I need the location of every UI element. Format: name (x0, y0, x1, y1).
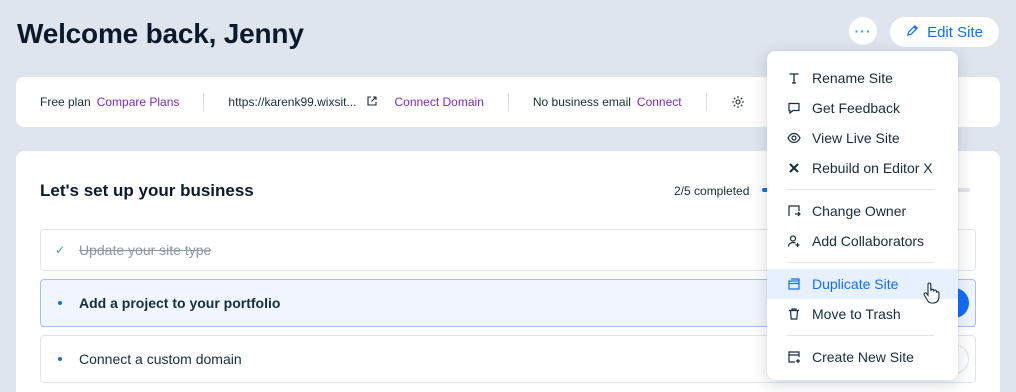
menu-item-label: Get Feedback (812, 100, 900, 116)
progress-text: 2/5 completed (674, 184, 750, 198)
menu-item-label: Rename Site (812, 70, 893, 86)
menu-divider (787, 262, 934, 263)
divider (705, 93, 707, 111)
add-user-icon (787, 234, 801, 248)
chat-icon (787, 101, 801, 115)
menu-item-label: View Live Site (812, 130, 900, 146)
menu-divider (787, 189, 934, 190)
menu-item-rebuild-editor-x[interactable]: Rebuild on Editor X (767, 153, 958, 183)
menu-item-add-collaborators[interactable]: Add Collaborators (767, 226, 958, 256)
duplicate-icon (787, 277, 801, 291)
eye-icon (787, 131, 801, 145)
menu-item-label: Add Collaborators (812, 233, 925, 249)
text-icon (787, 71, 801, 85)
connect-domain-link[interactable]: Connect Domain (394, 95, 483, 109)
editor-x-icon (787, 161, 801, 175)
site-actions-menu: Rename Site Get Feedback View Live Site … (767, 51, 958, 380)
new-site-icon (787, 350, 801, 364)
menu-divider (787, 335, 934, 336)
menu-item-create-new-site[interactable]: Create New Site (767, 342, 958, 372)
menu-item-view-live-site[interactable]: View Live Site (767, 123, 958, 153)
edit-site-label: Edit Site (927, 23, 983, 41)
divider (507, 93, 509, 111)
ellipsis-icon: ··· (854, 23, 872, 39)
setup-title: Let's set up your business (40, 181, 254, 200)
task-label: Connect a custom domain (79, 351, 242, 367)
email-status: No business email (532, 95, 631, 109)
gear-icon[interactable] (731, 95, 745, 109)
hand-cursor-icon (923, 282, 940, 304)
bullet-icon (55, 357, 65, 361)
external-link-icon[interactable] (366, 95, 378, 110)
menu-item-change-owner[interactable]: Change Owner (767, 196, 958, 226)
more-actions-button[interactable]: ··· (849, 17, 877, 45)
transfer-icon (787, 204, 801, 218)
bullet-icon (55, 301, 65, 305)
compare-plans-link[interactable]: Compare Plans (97, 95, 180, 109)
task-label: Update your site type (79, 242, 212, 258)
site-url[interactable]: https://karenk99.wixsit... (228, 95, 356, 109)
menu-item-label: Rebuild on Editor X (812, 160, 933, 176)
divider (203, 93, 205, 111)
menu-item-label: Create New Site (812, 349, 914, 365)
menu-item-label: Move to Trash (812, 306, 901, 322)
menu-item-label: Duplicate Site (812, 276, 899, 292)
edit-site-button[interactable]: Edit Site (890, 17, 999, 47)
menu-item-rename-site[interactable]: Rename Site (767, 63, 958, 93)
menu-item-get-feedback[interactable]: Get Feedback (767, 93, 958, 123)
connect-email-link[interactable]: Connect (637, 95, 682, 109)
pencil-icon (906, 24, 919, 41)
menu-item-label: Change Owner (812, 203, 907, 219)
page-title: Welcome back, Jenny (17, 18, 304, 49)
plan-text: Free plan (40, 95, 91, 109)
task-label: Add a project to your portfolio (79, 295, 281, 311)
checkmark-icon: ✓ (55, 243, 66, 257)
trash-icon (787, 307, 801, 321)
